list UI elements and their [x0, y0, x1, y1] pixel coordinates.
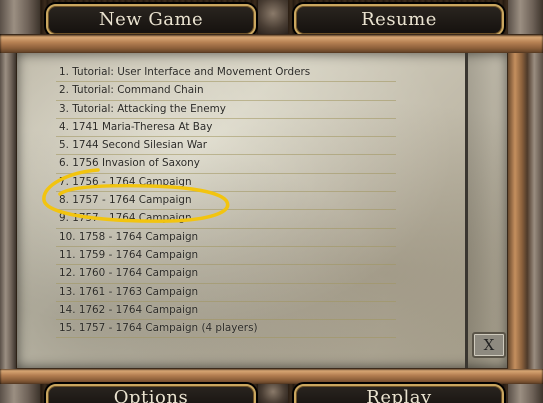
ornament-top — [258, 0, 288, 34]
stone-pillar-left — [0, 53, 16, 369]
stone-pillar-top-right — [508, 0, 543, 34]
scenario-item[interactable]: 9. 1757 - 1764 Campaign — [56, 210, 396, 229]
wooden-pillar-right — [508, 53, 543, 369]
new-game-button[interactable]: New Game — [46, 4, 256, 36]
scenario-item[interactable]: 15. 1757 - 1764 Campaign (4 players) — [56, 320, 396, 339]
scenario-item[interactable]: 13. 1761 - 1763 Campaign — [56, 284, 396, 302]
resume-button[interactable]: Resume — [294, 4, 504, 36]
scenario-item[interactable]: 12. 1760 - 1764 Campaign — [56, 265, 396, 284]
game-menu-frame: New Game Resume 1. Tutorial: User Interf… — [0, 0, 543, 403]
scenario-item[interactable]: 3. Tutorial: Attacking the Enemy — [56, 101, 396, 119]
wooden-bar-bottom — [0, 368, 543, 384]
options-button[interactable]: Options — [46, 384, 256, 403]
scenario-item[interactable]: 4. 1741 Maria-Theresa At Bay — [56, 119, 396, 138]
scenario-list: 1. Tutorial: User Interface and Movement… — [56, 64, 396, 339]
scenario-item[interactable]: 7. 1756 - 1764 Campaign — [56, 174, 396, 193]
scenario-item[interactable]: 11. 1759 - 1764 Campaign — [56, 247, 396, 266]
scenario-item[interactable]: 1. Tutorial: User Interface and Movement… — [56, 64, 396, 83]
stone-pillar-bottom-right — [508, 384, 543, 403]
stone-pillar-top-left — [0, 0, 40, 34]
close-button[interactable]: X — [472, 332, 506, 358]
scenario-item[interactable]: 6. 1756 Invasion of Saxony — [56, 155, 396, 174]
replay-button[interactable]: Replay — [294, 384, 504, 403]
scenario-item[interactable]: 10. 1758 - 1764 Campaign — [56, 229, 396, 247]
ornament-bottom — [258, 384, 288, 403]
stone-pillar-bottom-left — [0, 384, 40, 403]
scenario-item[interactable]: 14. 1762 - 1764 Campaign — [56, 302, 396, 321]
wooden-bar-top — [0, 34, 543, 53]
scenario-item[interactable]: 8. 1757 - 1764 Campaign — [56, 192, 396, 211]
scrollbar-track[interactable] — [468, 53, 507, 368]
scenario-item[interactable]: 2. Tutorial: Command Chain — [56, 82, 396, 101]
scenario-item[interactable]: 5. 1744 Second Silesian War — [56, 137, 396, 156]
